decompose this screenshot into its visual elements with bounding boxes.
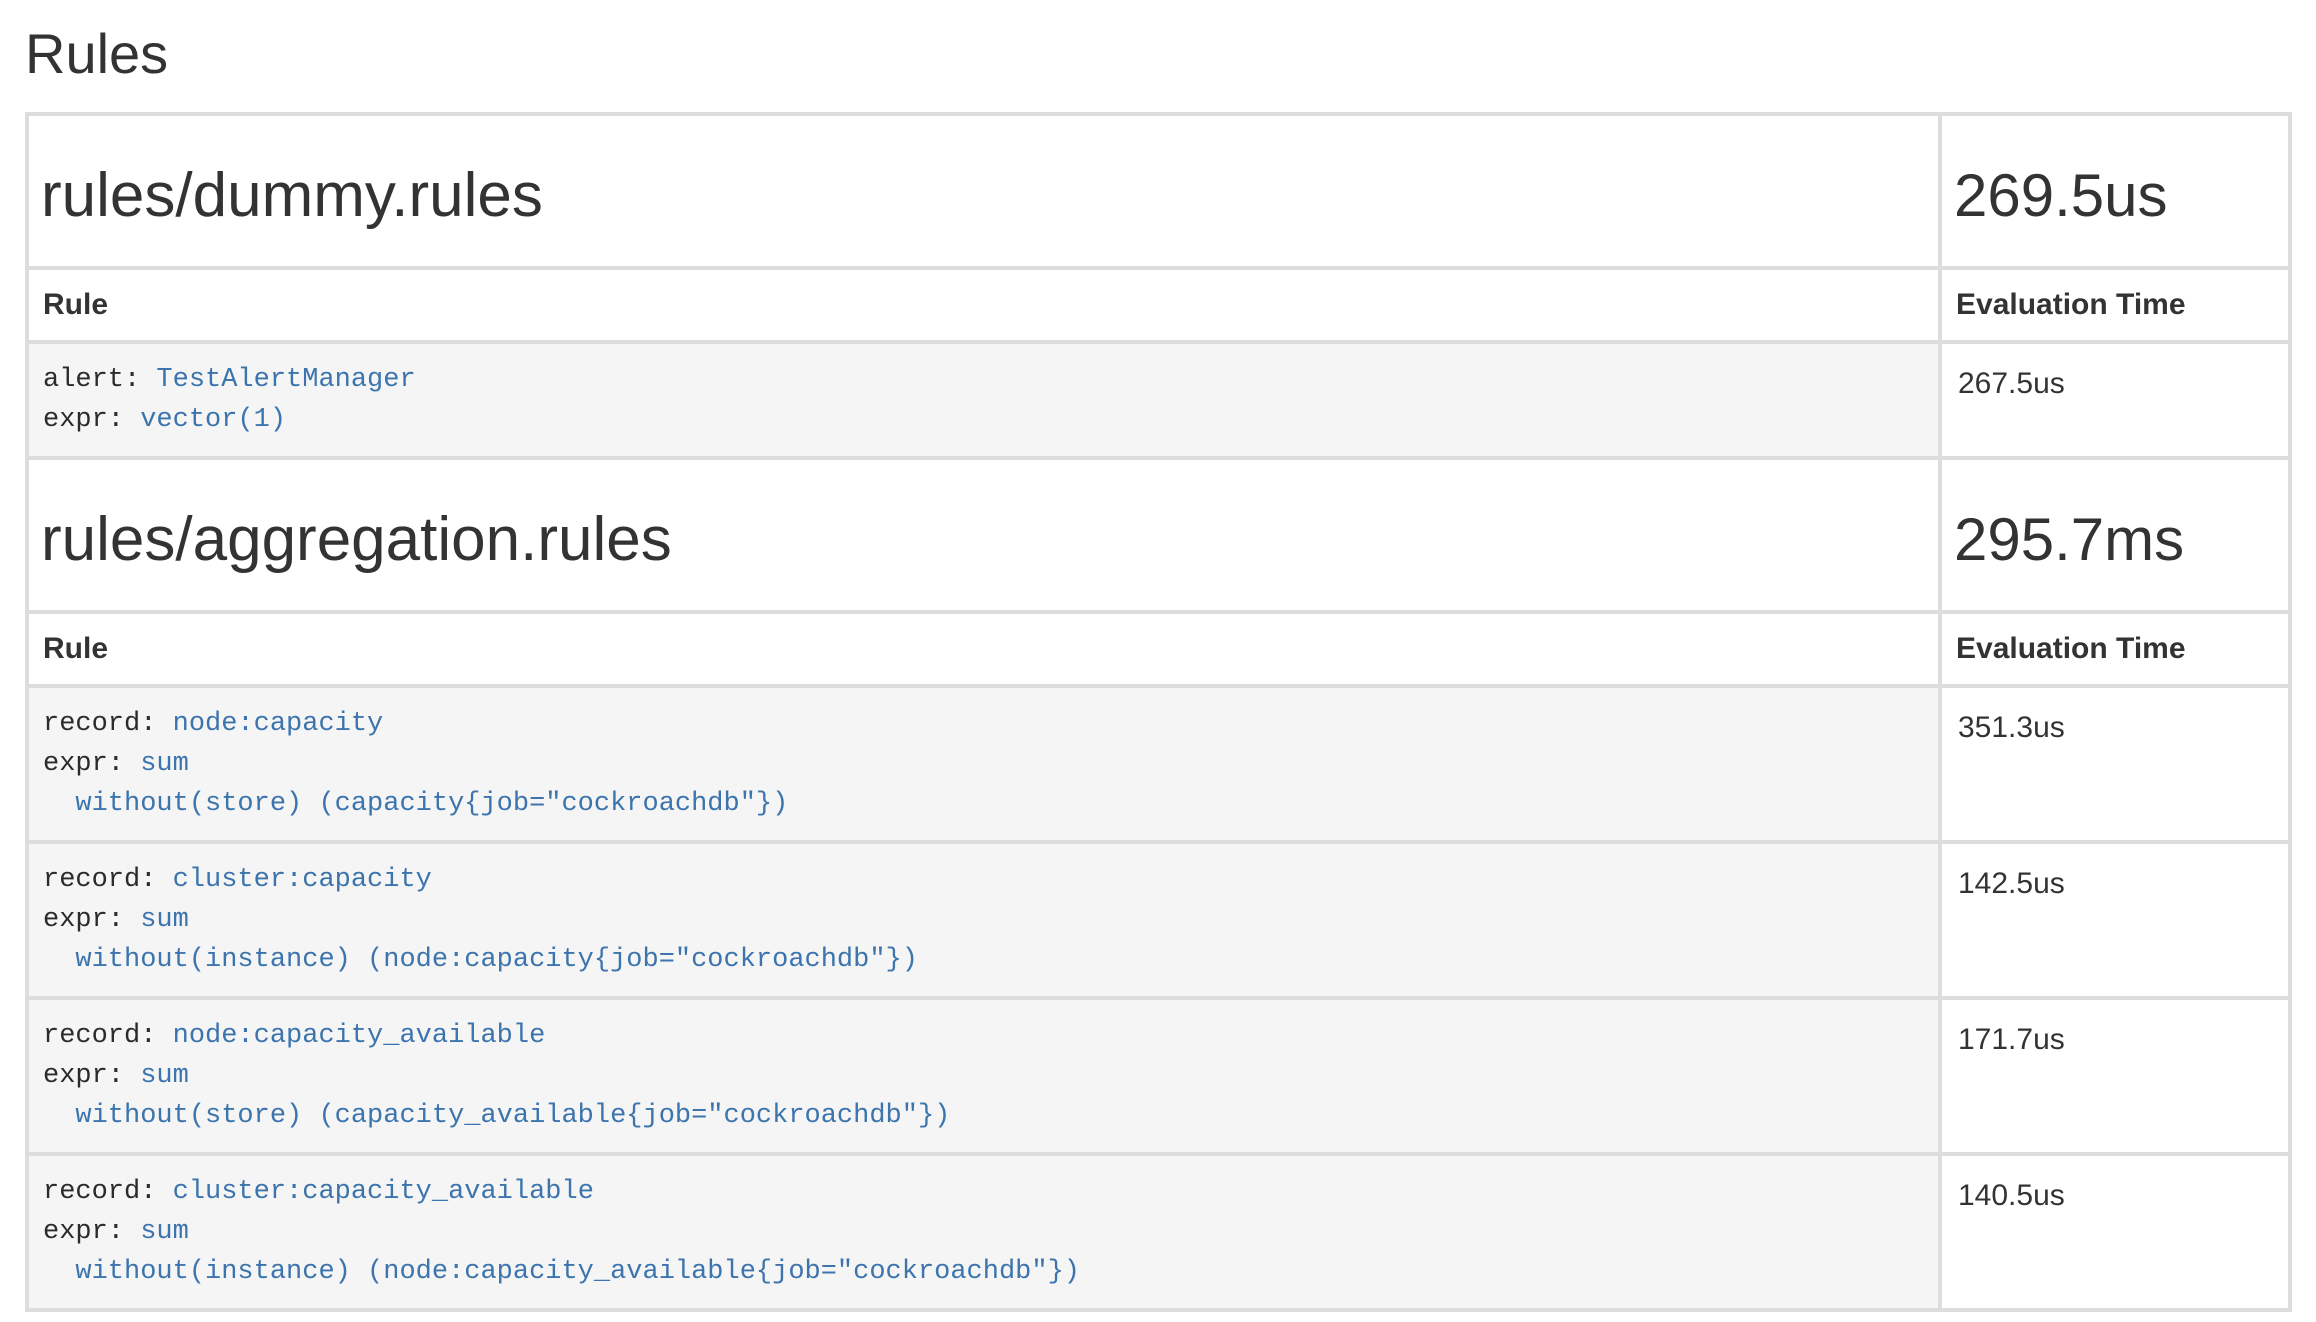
rule-link[interactable]: vector(1) [140,405,286,435]
evaluation-time-cell: 351.3us [1942,688,2288,840]
evaluation-time-cell: 140.5us [1942,1156,2288,1308]
rule-group-row: rules/aggregation.rules 295.7ms [29,460,2288,610]
rule-code-line: expr: vector(1) [43,400,1924,440]
rule-code-line: expr: sum without(store) (capacity{job="… [43,744,1924,824]
rule-group-title: rules/aggregation.rules [41,506,1926,574]
rule-group-eval-total: 269.5us [1954,162,2276,230]
rule-column-header: Rule [29,614,1938,684]
rule-row: record: node:capacity_availableexpr: sum… [29,1000,2288,1152]
evaluation-time-cell: 267.5us [1942,344,2288,456]
rule-link[interactable]: node:capacity [173,709,384,739]
rule-definition-cell: record: cluster:capacity_availableexpr: … [29,1156,1938,1308]
evaluation-time-column-header: Evaluation Time [1942,614,2288,684]
rule-link[interactable]: cluster:capacity_available [173,1177,594,1207]
rule-link[interactable]: sum without(instance) (node:capacity{job… [43,905,918,975]
rule-code-line: alert: TestAlertManager [43,360,1924,400]
rule-group-title: rules/dummy.rules [41,162,1926,230]
rule-code-label: expr: [43,1217,140,1247]
rules-table: rules/dummy.rules269.5usRuleEvaluation T… [25,112,2292,1312]
rule-row: alert: TestAlertManagerexpr: vector(1)26… [29,344,2288,456]
rule-definition-cell: alert: TestAlertManagerexpr: vector(1) [29,344,1938,456]
rule-definition-cell: record: node:capacityexpr: sum without(s… [29,688,1938,840]
rule-group-total-cell: 295.7ms [1942,460,2288,610]
evaluation-time-cell: 171.7us [1942,1000,2288,1152]
rule-group-name-cell: rules/aggregation.rules [29,460,1938,610]
rule-code-label: record: [43,865,173,895]
rule-code-label: record: [43,1177,173,1207]
rule-link[interactable]: cluster:capacity [173,865,432,895]
rule-code-line: expr: sum without(instance) (node:capaci… [43,1212,1924,1292]
evaluation-time-cell: 142.5us [1942,844,2288,996]
rules-page: Rules rules/dummy.rules269.5usRuleEvalua… [0,0,2316,1312]
rule-definition-cell: record: cluster:capacityexpr: sum withou… [29,844,1938,996]
rule-code-line: record: cluster:capacity_available [43,1172,1924,1212]
page-title: Rules [25,22,2292,86]
rule-code-label: expr: [43,905,140,935]
rule-definition-cell: record: node:capacity_availableexpr: sum… [29,1000,1938,1152]
rule-code-line: record: node:capacity [43,704,1924,744]
rule-code-label: record: [43,709,173,739]
rule-link[interactable]: TestAlertManager [156,365,415,395]
evaluation-time-column-header: Evaluation Time [1942,270,2288,340]
column-header-row: RuleEvaluation Time [29,270,2288,340]
rule-row: record: cluster:capacity_availableexpr: … [29,1156,2288,1308]
rule-code-line: expr: sum without(instance) (node:capaci… [43,900,1924,980]
rule-row: record: node:capacityexpr: sum without(s… [29,688,2288,840]
rule-group-row: rules/dummy.rules 269.5us [29,116,2288,266]
rule-link[interactable]: node:capacity_available [173,1021,546,1051]
rule-code-label: alert: [43,365,156,395]
rule-link[interactable]: sum without(instance) (node:capacity_ava… [43,1217,1080,1287]
rule-link[interactable]: sum without(store) (capacity_available{j… [43,1061,950,1131]
rule-code-label: expr: [43,405,140,435]
rule-link[interactable]: sum without(store) (capacity{job="cockro… [43,749,788,819]
rule-row: record: cluster:capacityexpr: sum withou… [29,844,2288,996]
rule-code-line: record: cluster:capacity [43,860,1924,900]
rule-code-line: expr: sum without(store) (capacity_avail… [43,1056,1924,1136]
rule-group-name-cell: rules/dummy.rules [29,116,1938,266]
rule-code-line: record: node:capacity_available [43,1016,1924,1056]
column-header-row: RuleEvaluation Time [29,614,2288,684]
rule-code-label: expr: [43,749,140,779]
rule-group-total-cell: 269.5us [1942,116,2288,266]
rule-group-eval-total: 295.7ms [1954,506,2276,574]
rule-column-header: Rule [29,270,1938,340]
rule-code-label: record: [43,1021,173,1051]
rule-code-label: expr: [43,1061,140,1091]
